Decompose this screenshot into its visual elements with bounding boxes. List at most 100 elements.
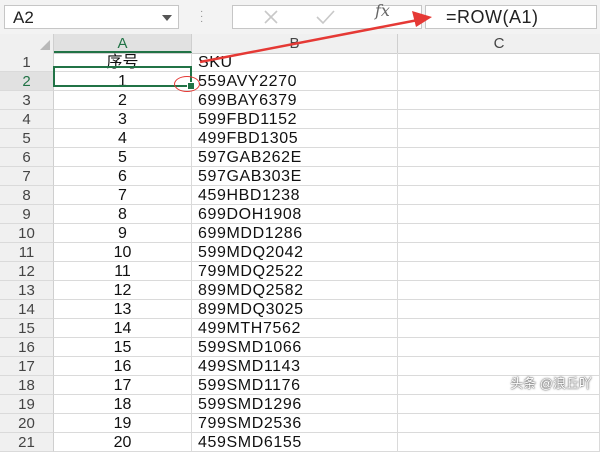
table-row: 14 13 899MDQ3025 <box>0 300 600 319</box>
cell-c[interactable] <box>398 167 600 186</box>
cell-c[interactable] <box>398 414 600 433</box>
row-header[interactable]: 9 <box>0 205 54 224</box>
row-header[interactable]: 2 <box>0 72 54 91</box>
cell-c[interactable] <box>398 262 600 281</box>
row-header[interactable]: 12 <box>0 262 54 281</box>
formula-input[interactable]: =ROW(A1) <box>425 5 597 29</box>
cell-c[interactable] <box>398 148 600 167</box>
column-headers: A B C <box>0 34 600 54</box>
row-header[interactable]: 15 <box>0 319 54 338</box>
worksheet-grid[interactable]: A B C 1 序号 SKU 2 1 559AVY2270 3 2 699BAY6379 4… <box>0 34 600 452</box>
row-header[interactable]: 5 <box>0 129 54 148</box>
table-row: 15 14 499MTH7562 <box>0 319 600 338</box>
cell-a[interactable]: 7 <box>54 186 192 205</box>
row-header[interactable]: 11 <box>0 243 54 262</box>
cell-c1[interactable] <box>398 53 600 72</box>
cell-a[interactable]: 16 <box>54 357 192 376</box>
cell-b[interactable]: 599FBD1152 <box>192 110 398 129</box>
row-header[interactable]: 6 <box>0 148 54 167</box>
row-header[interactable]: 19 <box>0 395 54 414</box>
row-header[interactable]: 8 <box>0 186 54 205</box>
cell-b[interactable]: 899MDQ3025 <box>192 300 398 319</box>
table-row: 7 6 597GAB303E <box>0 167 600 186</box>
cell-b[interactable]: 599SMD1296 <box>192 395 398 414</box>
row-header[interactable]: 16 <box>0 338 54 357</box>
cell-c[interactable] <box>398 433 600 452</box>
cell-a[interactable]: 17 <box>54 376 192 395</box>
name-box[interactable]: A2 <box>4 5 179 29</box>
cell-a[interactable]: 8 <box>54 205 192 224</box>
cell-b[interactable]: 699BAY6379 <box>192 91 398 110</box>
cell-b[interactable]: 499FBD1305 <box>192 129 398 148</box>
row-header[interactable]: 3 <box>0 91 54 110</box>
cell-c[interactable] <box>398 281 600 300</box>
cell-a[interactable]: 13 <box>54 300 192 319</box>
cell-b[interactable]: 499MTH7562 <box>192 319 398 338</box>
cell-b1[interactable]: SKU <box>192 53 398 72</box>
cell-c[interactable] <box>398 300 600 319</box>
cell-a[interactable]: 6 <box>54 167 192 186</box>
cell-b[interactable]: 599SMD1176 <box>192 376 398 395</box>
cell-b[interactable]: 459SMD6155 <box>192 433 398 452</box>
table-row: 1 序号 SKU <box>0 53 600 72</box>
cell-b[interactable]: 597GAB303E <box>192 167 398 186</box>
cell-a[interactable]: 12 <box>54 281 192 300</box>
chevron-down-icon[interactable] <box>162 15 172 21</box>
column-header-b[interactable]: B <box>192 34 398 53</box>
cell-b[interactable]: 799SMD2536 <box>192 414 398 433</box>
cell-a[interactable]: 9 <box>54 224 192 243</box>
cell-a[interactable]: 10 <box>54 243 192 262</box>
cell-a[interactable]: 1 <box>54 72 192 91</box>
cell-c[interactable] <box>398 110 600 129</box>
row-header[interactable]: 14 <box>0 300 54 319</box>
column-header-c[interactable]: C <box>398 34 600 53</box>
cell-b[interactable]: 599SMD1066 <box>192 338 398 357</box>
row-header[interactable]: 13 <box>0 281 54 300</box>
cancel-button[interactable] <box>251 6 291 28</box>
cell-c[interactable] <box>398 395 600 414</box>
cell-a[interactable]: 2 <box>54 91 192 110</box>
cell-b[interactable]: 899MDQ2582 <box>192 281 398 300</box>
cell-b[interactable]: 699MDD1286 <box>192 224 398 243</box>
cell-a[interactable]: 4 <box>54 129 192 148</box>
drag-handle-icon[interactable]: · · · <box>200 7 203 27</box>
cell-b[interactable]: 699DOH1908 <box>192 205 398 224</box>
cell-b[interactable]: 459HBD1238 <box>192 186 398 205</box>
cell-c[interactable] <box>398 205 600 224</box>
cell-a[interactable]: 14 <box>54 319 192 338</box>
row-header[interactable]: 20 <box>0 414 54 433</box>
cell-a[interactable]: 19 <box>54 414 192 433</box>
cell-b[interactable]: 597GAB262E <box>192 148 398 167</box>
insert-function-button[interactable]: fx <box>375 1 390 20</box>
cell-c[interactable] <box>398 338 600 357</box>
enter-button[interactable] <box>305 6 345 28</box>
cell-a1[interactable]: 序号 <box>54 53 192 72</box>
row-header[interactable]: 4 <box>0 110 54 129</box>
cell-a[interactable]: 20 <box>54 433 192 452</box>
row-header[interactable]: 10 <box>0 224 54 243</box>
cell-c[interactable] <box>398 319 600 338</box>
cell-a[interactable]: 3 <box>54 110 192 129</box>
row-header[interactable]: 21 <box>0 433 54 452</box>
table-row: 4 3 599FBD1152 <box>0 110 600 129</box>
row-header[interactable]: 17 <box>0 357 54 376</box>
row-header[interactable]: 7 <box>0 167 54 186</box>
cell-b[interactable]: 799MDQ2522 <box>192 262 398 281</box>
cell-c[interactable] <box>398 186 600 205</box>
row-header[interactable]: 18 <box>0 376 54 395</box>
cell-b[interactable]: 499SMD1143 <box>192 357 398 376</box>
cell-a[interactable]: 5 <box>54 148 192 167</box>
cell-b[interactable]: 559AVY2270 <box>192 72 398 91</box>
cell-b[interactable]: 599MDQ2042 <box>192 243 398 262</box>
cell-a[interactable]: 15 <box>54 338 192 357</box>
select-all-button[interactable] <box>0 34 54 53</box>
cell-a[interactable]: 11 <box>54 262 192 281</box>
cell-c[interactable] <box>398 91 600 110</box>
cell-a[interactable]: 18 <box>54 395 192 414</box>
cell-c[interactable] <box>398 243 600 262</box>
cell-c[interactable] <box>398 129 600 148</box>
column-header-a[interactable]: A <box>54 34 192 53</box>
cell-c[interactable] <box>398 72 600 91</box>
row-header[interactable]: 1 <box>0 53 54 72</box>
cell-c[interactable] <box>398 224 600 243</box>
